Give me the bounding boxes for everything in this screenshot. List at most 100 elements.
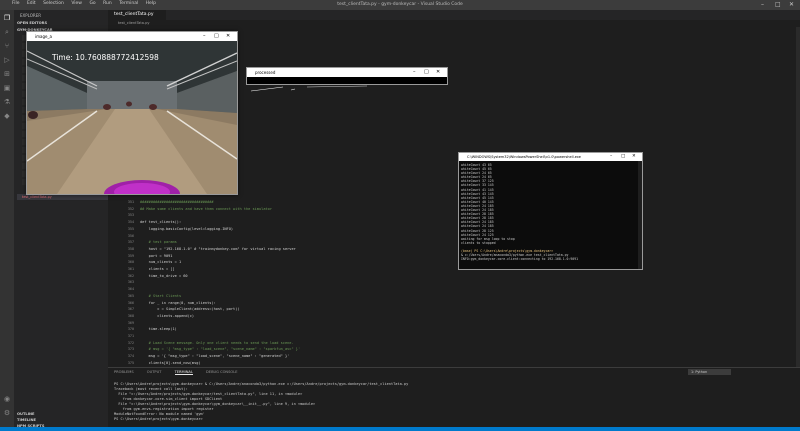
line-number: 374: [127, 354, 134, 359]
simulator-scene: [27, 41, 237, 194]
status-bar: [0, 427, 800, 431]
minimize-icon[interactable]: –: [610, 153, 612, 161]
line-number: 365: [127, 293, 134, 298]
line-number: 375: [127, 360, 134, 365]
line-number: 371: [127, 334, 134, 338]
powershell-line: INFO:gym_donkeycar.core.client:connectin…: [461, 257, 579, 262]
line-number: 352: [127, 206, 134, 211]
powershell-window[interactable]: C:\WINDOWS\System32\WindowsPowerShell\v1…: [458, 152, 643, 270]
tab-problems[interactable]: PROBLEMS: [114, 370, 134, 374]
code-line[interactable]: for _ in range(0, num_clients):: [140, 301, 216, 305]
tab-terminal[interactable]: TERMINAL: [174, 370, 193, 375]
code-line[interactable]: clients = []: [140, 267, 175, 271]
code-line[interactable]: logging.basicConfig(level=logging.INFO): [140, 227, 233, 231]
code-line[interactable]: # test params: [140, 240, 177, 244]
gear-icon[interactable]: ⚙: [3, 409, 11, 417]
line-number: 358: [127, 246, 134, 251]
minimize-icon[interactable]: –: [761, 1, 764, 8]
tab-output[interactable]: OUTPUT: [147, 370, 162, 374]
line-number: 353: [127, 213, 134, 218]
processed-window-title: processed: [255, 70, 276, 75]
terminal-select[interactable]: 1: Python: [688, 369, 731, 375]
minimap[interactable]: [756, 27, 796, 367]
testing-icon[interactable]: ⚗: [3, 98, 11, 106]
extensions-icon[interactable]: ⊞: [3, 70, 11, 78]
title-bar: File Edit Selection View Go Run Terminal…: [0, 0, 800, 10]
outline-section[interactable]: OUTLINE: [17, 412, 35, 416]
line-number: 366: [127, 300, 134, 305]
image-window-title: image_a: [35, 34, 52, 39]
line-number: 362: [127, 273, 134, 278]
processed-window[interactable]: processed – □ ✕: [246, 67, 448, 92]
close-icon[interactable]: ✕: [632, 153, 636, 161]
line-number: 357: [127, 240, 134, 245]
code-line[interactable]: clients[0].send_now(msg): [140, 361, 201, 365]
line-number: 364: [127, 287, 134, 292]
code-line[interactable]: clients.append(c): [140, 314, 194, 318]
line-number: 372: [127, 340, 134, 345]
edge-lines: [250, 85, 368, 92]
panel-tabs: PROBLEMS OUTPUT TERMINAL DEBUG CONSOLE: [114, 370, 250, 375]
code-line[interactable]: # Start Clients: [140, 294, 181, 298]
minimize-icon[interactable]: –: [413, 68, 416, 77]
line-number: 367: [127, 307, 134, 312]
line-number: 361: [127, 267, 134, 271]
editor-scrollbar[interactable]: [796, 27, 800, 367]
close-icon[interactable]: ✕: [226, 32, 230, 41]
breadcrumb-file[interactable]: test_clientTata.py: [118, 21, 150, 25]
tab-test-clienttata[interactable]: test_clientTata.py: [108, 10, 166, 20]
line-number: 369: [127, 320, 134, 325]
processed-image: [247, 77, 447, 92]
code-line[interactable]: time.sleep(1): [140, 327, 177, 331]
line-number: 363: [127, 280, 134, 285]
code-line[interactable]: num_clients = 1: [140, 260, 181, 264]
open-editors-section[interactable]: OPEN EDITORS: [17, 21, 47, 25]
image-window[interactable]: image_a – □ ✕ Time: 10.760888772412598: [26, 31, 238, 195]
close-icon[interactable]: ✕: [789, 1, 794, 8]
search-icon[interactable]: ⌕: [3, 28, 11, 36]
source-control-icon[interactable]: ⑂: [3, 42, 11, 50]
powershell-scrollbar[interactable]: [638, 161, 642, 269]
time-overlay: Time: 10.760888772412598: [52, 53, 159, 62]
code-line[interactable]: c = SimpleClient(address=(host, port)): [140, 307, 239, 311]
processed-window-titlebar[interactable]: processed – □ ✕: [247, 68, 447, 77]
code-line[interactable]: msg = '{ "msg_type" : "load_scene", "sce…: [140, 354, 290, 358]
code-line[interactable]: port = 9091: [140, 254, 173, 258]
maximize-icon[interactable]: □: [214, 32, 219, 41]
account-icon[interactable]: ◉: [3, 395, 11, 403]
minimize-icon[interactable]: –: [203, 32, 206, 41]
line-number: 360: [127, 260, 134, 265]
terminal-line: PS C:\Users\Andre\projects\gym-donkeycar…: [114, 417, 205, 421]
code-line[interactable]: host = "192.168.1.0" # "trainmydonkey.co…: [140, 247, 296, 251]
powershell-titlebar[interactable]: C:\WINDOWS\System32\WindowsPowerShell\v1…: [459, 153, 642, 161]
line-number: 368: [127, 313, 134, 318]
explorer-header: EXPLORER: [20, 13, 41, 18]
explorer-icon[interactable]: ❐: [3, 14, 11, 22]
code-line[interactable]: ##################################: [140, 200, 214, 204]
maximize-icon[interactable]: □: [621, 153, 625, 161]
run-debug-icon[interactable]: ▷: [3, 56, 11, 64]
terminal-output[interactable]: PS C:\Users\Andre\projects\gym-donkeycar…: [114, 382, 408, 422]
line-number: 370: [127, 327, 134, 332]
maximize-icon[interactable]: □: [424, 68, 429, 77]
line-number: 356: [127, 233, 134, 238]
line-number: 359: [127, 253, 134, 258]
code-line[interactable]: # Load Scene message. Only one client ne…: [140, 341, 294, 345]
maximize-icon[interactable]: □: [775, 1, 781, 8]
editor-tabs: test_clientTata.py: [108, 10, 800, 20]
docker-icon[interactable]: ◆: [3, 112, 11, 120]
powershell-title: C:\WINDOWS\System32\WindowsPowerShell\v1…: [467, 155, 581, 159]
tab-debug-console[interactable]: DEBUG CONSOLE: [206, 370, 237, 374]
close-icon[interactable]: ✕: [436, 68, 440, 77]
bottom-panel: PROBLEMS OUTPUT TERMINAL DEBUG CONSOLE 1…: [108, 367, 800, 428]
remote-explorer-icon[interactable]: ▣: [3, 84, 11, 92]
activity-bar: ❐ ⌕ ⑂ ▷ ⊞ ▣ ⚗ ◆ ◉ ⚙: [0, 10, 14, 427]
powershell-output[interactable]: whiteCount 43 65 whiteCount 45 65 whiteCou…: [461, 163, 637, 267]
image-window-titlebar[interactable]: image_a – □ ✕: [27, 32, 237, 41]
code-line[interactable]: # msg = '{ "msg_type" : "load_scene", "s…: [140, 347, 300, 351]
code-line[interactable]: ## Make some clients and have them conne…: [140, 207, 272, 211]
timeline-section[interactable]: TIMELINE: [17, 418, 36, 422]
code-line[interactable]: time_to_drive = 60: [140, 274, 188, 278]
breadcrumb: test_clientTata.py: [108, 20, 800, 27]
code-line[interactable]: def test_clients():: [140, 220, 181, 224]
